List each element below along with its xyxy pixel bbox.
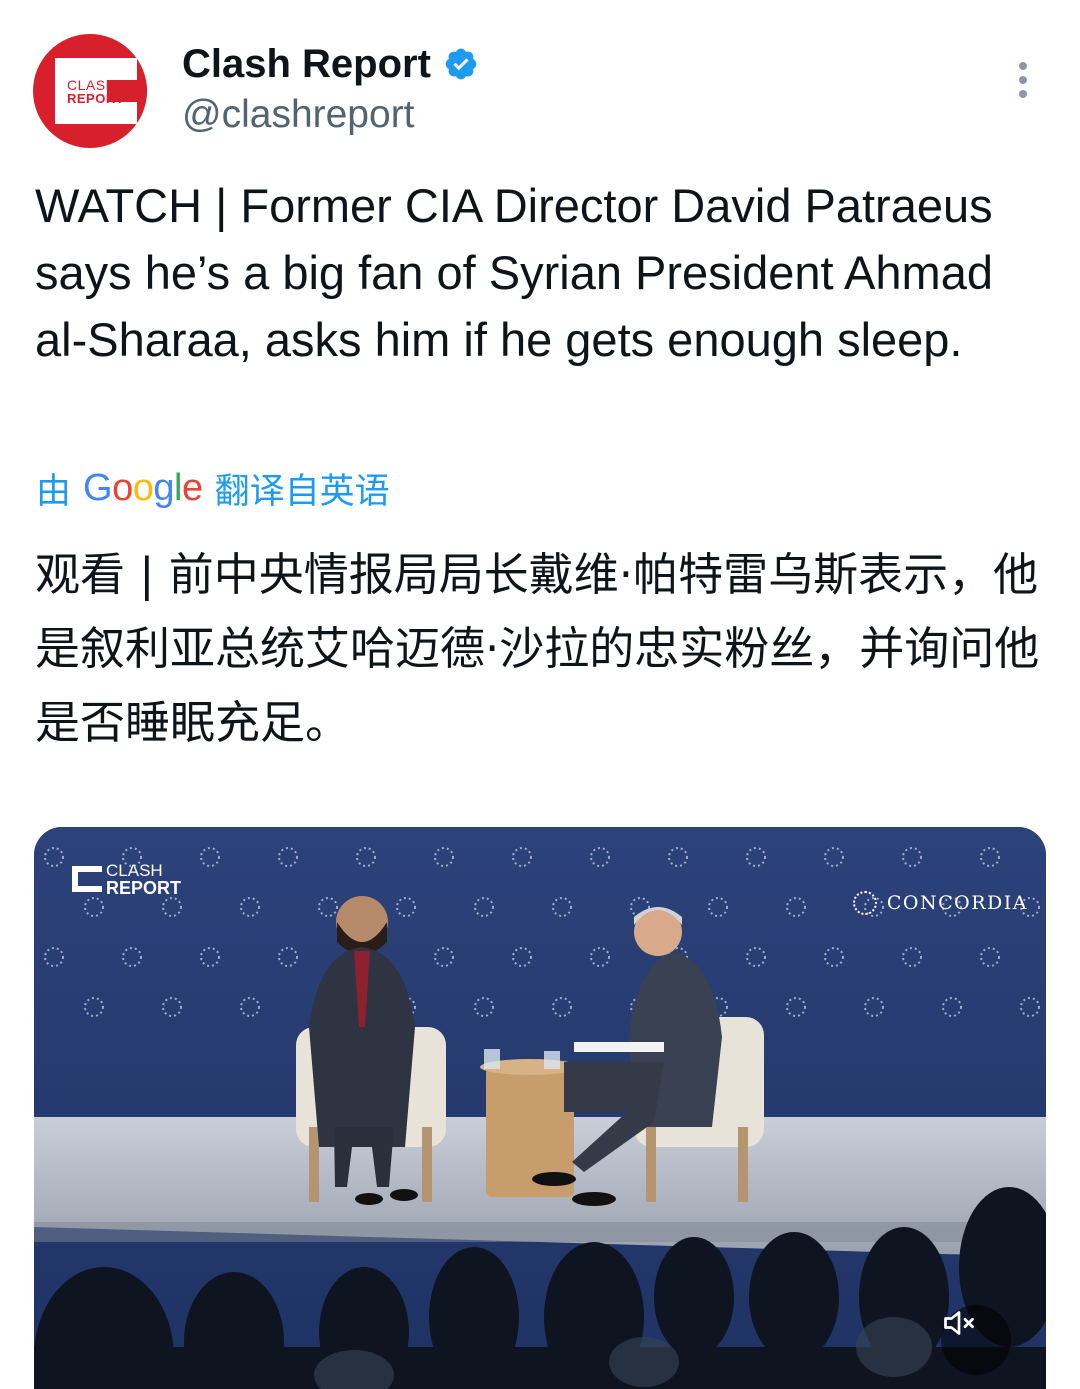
verified-badge-icon xyxy=(445,48,477,80)
more-options-icon[interactable] xyxy=(1008,58,1038,102)
account-handle[interactable]: @clashreport xyxy=(182,92,415,138)
video-player[interactable]: CLASH REPORT CONCORDIA xyxy=(34,827,1046,1389)
display-name[interactable]: Clash Report xyxy=(182,40,431,88)
translation-prefix: 由 xyxy=(36,471,72,511)
google-logo: Google xyxy=(83,466,203,509)
concordia-ring-icon xyxy=(852,891,877,915)
translation-suffix: 翻译自英语 xyxy=(214,471,390,511)
avatar-logo-text-bottom: REPORT xyxy=(67,91,125,106)
avatar[interactable]: CLASH REPORT xyxy=(33,34,147,148)
tweet-header: CLASH REPORT Clash Report @clashreport xyxy=(0,0,1080,160)
watermark-logo-mark xyxy=(72,866,102,892)
speaker-muted-icon[interactable] xyxy=(941,1305,1011,1375)
translation-attribution[interactable]: 由 Google 翻译自英语 xyxy=(36,462,390,514)
name-row: Clash Report xyxy=(182,40,479,88)
tweet-text: WATCH | Former CIA Director David Patrae… xyxy=(35,179,993,366)
translated-text: 观看 | 前中央情报局局长戴维·帕特雷乌斯表示，他是叙利亚总统艾哈迈德·沙拉的忠… xyxy=(35,548,1040,749)
concordia-brand: CONCORDIA xyxy=(852,891,1028,915)
avatar-logo-text-top: CLASH xyxy=(67,77,117,93)
